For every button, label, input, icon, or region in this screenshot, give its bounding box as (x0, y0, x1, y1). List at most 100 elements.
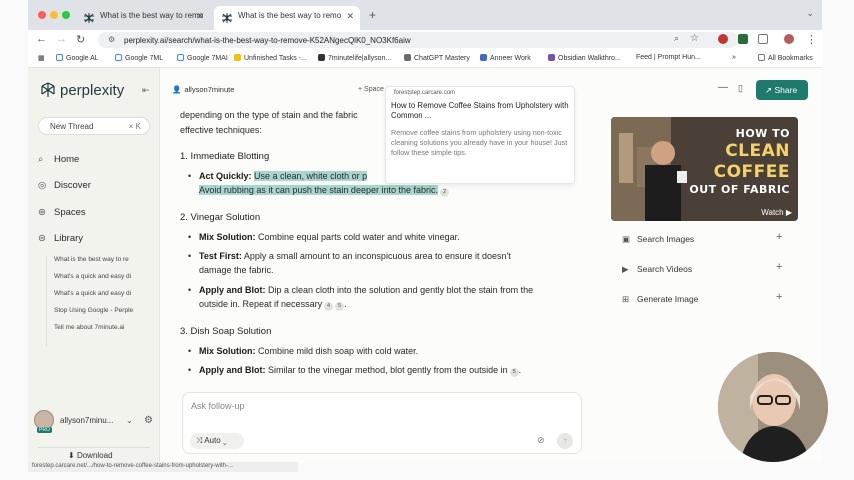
list-item: • Test First: Apply a small amount to an … (188, 251, 511, 261)
bookmark-item[interactable]: Unfinished Tasks -... (234, 54, 307, 62)
username: allyson7minu... (60, 416, 114, 425)
video-thumbnail[interactable]: HOW TO CLEAN COFFEE OUT OF FABRIC Watch … (611, 117, 798, 221)
tab-label: What is the best way to remo (100, 11, 204, 20)
close-tab-icon[interactable]: ✕ (346, 11, 354, 22)
browser-menu-icon[interactable]: ⋮ (806, 33, 817, 46)
highlighted-text: Use a clean, white cloth or p (254, 171, 368, 181)
generate-image-button[interactable]: ⊞ Generate Image (622, 294, 698, 305)
tab-list-chevron-icon[interactable]: ⌄ (806, 8, 814, 19)
more-options-icon[interactable]: — (718, 82, 728, 93)
presenter-video (718, 352, 828, 462)
library-thread-item[interactable]: Tell me about 7minute.ai (54, 324, 150, 331)
add-icon[interactable]: + (776, 291, 782, 303)
bookmark-item[interactable]: Google 7MAI (177, 54, 228, 62)
citation-badge[interactable]: 5 (335, 302, 345, 311)
bookmark-item[interactable]: ChatGPT Mastery (404, 54, 470, 62)
watch-button[interactable]: Watch ▶ (761, 208, 792, 217)
image-icon: ▣ (622, 234, 631, 244)
address-bar-row: ← → ↻ ⚙ perplexity.ai/search/what-is-the… (28, 30, 822, 50)
mode-selector[interactable]: ⤨ Auto ⌄ (190, 433, 244, 449)
url-field[interactable]: ⚙ perplexity.ai/search/what-is-the-best-… (98, 32, 738, 48)
bookmark-icon[interactable]: ▯ (738, 83, 743, 94)
reload-icon[interactable]: ↻ (76, 33, 85, 46)
library-thread-item[interactable]: What's a quick and easy di (54, 290, 150, 297)
zoom-icon[interactable]: ⌕ (674, 33, 679, 44)
library-thread-item[interactable]: What's a quick and easy di (54, 273, 150, 280)
video-title-line: HOW TO (735, 127, 790, 140)
sidebar-item-discover[interactable]: ◎ Discover (38, 180, 91, 191)
submit-arrow-icon[interactable]: ↑ (557, 433, 573, 449)
download-button[interactable]: ⬇ Download (38, 447, 150, 462)
bookmark-item[interactable]: Google 7ML (115, 54, 163, 62)
popup-description: Remove coffee stains from upholstery usi… (391, 128, 568, 157)
sidebar: perplexity ⇤ New Thread × K ⌕ Home ◎ Disco… (28, 68, 160, 462)
add-icon[interactable]: + (776, 261, 782, 273)
all-bookmarks[interactable]: All Bookmarks (758, 54, 813, 62)
perplexity-logo[interactable]: perplexity (40, 82, 124, 99)
list-item-continued: outside in. Repeat if necessary 4 5. (199, 299, 347, 311)
citation-badge[interactable]: 4 (324, 302, 334, 311)
generate-image-icon: ⊞ (622, 294, 630, 304)
library-thread-item[interactable]: Stop Using Google - Perple (54, 307, 150, 314)
site-info-icon[interactable]: ⚙ (108, 35, 115, 44)
close-window-button[interactable] (38, 11, 46, 19)
follow-up-input[interactable]: Ask follow-up (191, 401, 245, 411)
perplexity-favicon-icon (222, 13, 232, 23)
profile-avatar-icon[interactable] (784, 34, 794, 44)
more-bookmarks-icon[interactable]: » (732, 54, 736, 61)
section-heading: 2. Vinegar Solution (180, 212, 261, 223)
popup-source: foreststep.carcare.com (394, 90, 456, 96)
section-heading: 1. Immediate Blotting (180, 151, 270, 162)
sidebar-item-library[interactable]: ⊜ Library (38, 233, 83, 244)
sidebar-item-spaces[interactable]: ⊛ Spaces (38, 207, 86, 218)
new-tab-plus-icon[interactable]: + (369, 8, 376, 22)
search-videos-button[interactable]: ▶ Search Videos (622, 264, 692, 275)
sidebar-item-home[interactable]: ⌕ Home (38, 154, 79, 165)
link-status-bar: forestep.carcare.net/.../how-to-remove-c… (28, 462, 298, 472)
chevron-down-icon: ⌄ (126, 416, 133, 425)
thread-author[interactable]: 👤 allyson7minute (172, 85, 234, 94)
list-item: • Mix Solution: Combine equal parts cold … (188, 232, 460, 242)
extension-icon[interactable] (738, 34, 748, 44)
user-menu[interactable]: PRO allyson7minu... ⌄ ⚙ (34, 410, 156, 434)
forward-arrow-icon[interactable]: → (56, 33, 67, 45)
add-icon[interactable]: + (776, 231, 782, 243)
add-to-space-button[interactable]: + Space (358, 86, 384, 93)
bookmark-item[interactable]: 7minutelife|allyson... (318, 54, 391, 62)
new-thread-button[interactable]: New Thread × K (38, 117, 150, 135)
pro-badge: PRO (37, 427, 52, 433)
apps-grid-icon[interactable]: ▦ (38, 54, 45, 62)
search-images-button[interactable]: ▣ Search Images (622, 234, 694, 245)
browser-tab-bar: What is the best way to remo ✕ What is t… (28, 0, 822, 30)
list-item-continued: Avoid rubbing as it can push the stain d… (199, 183, 579, 197)
citation-badge[interactable]: 2 (440, 188, 449, 197)
library-thread-item[interactable]: What is the best way to re (54, 256, 150, 263)
back-arrow-icon[interactable]: ← (36, 33, 47, 45)
perplexity-favicon-icon (84, 13, 94, 23)
source-preview-popup[interactable]: foreststep.carcare.com How to Remove Cof… (385, 86, 575, 184)
maximize-window-button[interactable] (62, 11, 70, 19)
video-title-line: COFFEE (713, 162, 790, 182)
close-tab-icon[interactable]: ✕ (196, 11, 204, 22)
browser-tab-active[interactable]: What is the best way to remo ✕ (214, 6, 360, 30)
minimize-window-button[interactable] (50, 11, 58, 19)
browser-tab[interactable]: What is the best way to remo ✕ (76, 6, 210, 30)
gear-icon[interactable]: ⚙ (144, 415, 153, 426)
collapse-sidebar-icon[interactable]: ⇤ (142, 85, 150, 96)
screen: What is the best way to remo ✕ What is t… (0, 0, 854, 480)
extension-icon[interactable] (718, 34, 728, 44)
bookmark-star-icon[interactable]: ☆ (690, 33, 699, 44)
bookmark-item[interactable]: Obsidian Walkthro... (548, 54, 621, 62)
search-icon: ⌕ (38, 154, 44, 165)
extensions-puzzle-icon[interactable] (758, 34, 768, 44)
bookmark-item[interactable]: Feed | Prompt Hun... (636, 54, 701, 61)
popup-title[interactable]: How to Remove Coffee Stains from Upholst… (391, 101, 571, 121)
citation-badge[interactable]: 5 (509, 368, 519, 377)
chevron-down-icon: ⌄ (222, 436, 227, 445)
answer-intro-line: depending on the type of stain and the f… (180, 110, 358, 120)
attach-icon[interactable]: ⊘ (537, 435, 545, 446)
url-text: perplexity.ai/search/what-is-the-best-wa… (124, 36, 411, 45)
share-button[interactable]: ↗ Share (756, 80, 808, 100)
bookmark-item[interactable]: Google AL (56, 54, 99, 62)
bookmark-item[interactable]: Anneer Work (480, 54, 531, 62)
